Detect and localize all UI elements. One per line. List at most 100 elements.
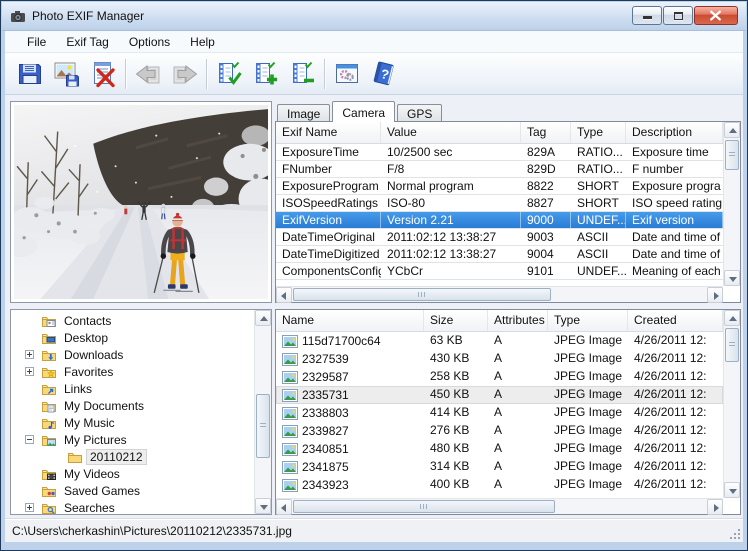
tree-item-my-videos[interactable]: My Videos [11, 465, 254, 482]
exif-vertical-scrollbar[interactable] [723, 122, 740, 286]
games-folder-icon [41, 483, 57, 499]
file-row[interactable]: 2341875 314 KB A JPEG Image 4/26/2011 12… [276, 458, 723, 476]
exif-row[interactable]: FNumber F/8 829D RATIO... F number [276, 161, 723, 178]
file-name: 2343923 [302, 477, 349, 494]
exif-remove-button[interactable] [284, 56, 321, 92]
previous-image-button[interactable] [129, 56, 166, 92]
exif-row-selected[interactable]: ExifVersion Version 2.21 9000 UNDEF... E… [276, 212, 723, 229]
scrollbar-thumb[interactable] [725, 140, 739, 170]
file-vertical-scrollbar[interactable] [723, 310, 740, 498]
file-row[interactable]: 2343923 400 KB A JPEG Image 4/26/2011 12… [276, 476, 723, 494]
scrollbar-thumb[interactable] [293, 500, 555, 513]
exif-description-cell: Meaning of each [626, 263, 723, 279]
exif-add-icon [252, 60, 280, 88]
exif-row[interactable]: ComponentsConfig... YCbCr 9101 UNDEF... … [276, 263, 723, 280]
expand-icon[interactable] [25, 367, 34, 376]
tree-item-contacts[interactable]: Contacts [11, 312, 254, 329]
minimize-button[interactable] [632, 6, 662, 25]
tree-item-desktop[interactable]: Desktop [11, 329, 254, 346]
file-row[interactable]: 2340851 480 KB A JPEG Image 4/26/2011 12… [276, 440, 723, 458]
scroll-up-icon[interactable] [724, 122, 740, 138]
exif-row[interactable]: ExposureProgram Normal program 8822 SHOR… [276, 178, 723, 195]
exif-col-value[interactable]: Value [381, 122, 521, 143]
file-size: 430 KB [424, 350, 488, 368]
expand-icon[interactable] [25, 350, 34, 359]
options-button[interactable] [328, 56, 365, 92]
tab-camera[interactable]: Camera [332, 101, 395, 122]
exif-row[interactable]: DateTimeOriginal 2011:02:12 13:38:27 900… [276, 229, 723, 246]
delete-exif-button[interactable] [85, 56, 122, 92]
file-row[interactable]: 2338803 414 KB A JPEG Image 4/26/2011 12… [276, 404, 723, 422]
scroll-down-icon[interactable] [724, 270, 740, 286]
file-attributes: A [488, 368, 548, 386]
file-col-created[interactable]: Created [628, 310, 723, 331]
tree-item-downloads[interactable]: Downloads [11, 346, 254, 363]
file-col-name[interactable]: Name [276, 310, 424, 331]
scrollbar-thumb[interactable] [725, 328, 739, 362]
exif-col-tag[interactable]: Tag [521, 122, 571, 143]
scroll-down-icon[interactable] [255, 498, 271, 514]
scroll-right-icon[interactable] [707, 499, 723, 515]
exif-tag-cell: 9101 [521, 263, 571, 279]
file-type: JPEG Image [548, 368, 628, 386]
help-button[interactable]: ? [365, 56, 402, 92]
save-image-button[interactable] [48, 56, 85, 92]
menu-options[interactable]: Options [119, 32, 180, 52]
exif-row[interactable]: ExposureTime 10/2500 sec 829A RATIO... E… [276, 144, 723, 161]
exif-check-button[interactable] [210, 56, 247, 92]
file-col-type[interactable]: Type [548, 310, 628, 331]
exif-row[interactable]: DateTimeDigitized 2011:02:12 13:38:27 90… [276, 246, 723, 263]
file-row[interactable]: 115d71700c64 63 KB A JPEG Image 4/26/201… [276, 332, 723, 350]
scroll-right-icon[interactable] [707, 287, 723, 303]
menu-exif-tag[interactable]: Exif Tag [56, 32, 118, 52]
folder-tree: Contacts Desktop Downloads [11, 310, 254, 514]
file-col-size[interactable]: Size [424, 310, 488, 331]
scroll-up-icon[interactable] [724, 310, 740, 326]
close-button[interactable] [694, 6, 738, 25]
scroll-up-icon[interactable] [255, 310, 271, 326]
tab-image[interactable]: Image [277, 104, 330, 122]
scrollbar-thumb[interactable] [256, 394, 270, 458]
scroll-down-icon[interactable] [724, 482, 740, 498]
exif-remove-icon [289, 60, 317, 88]
file-row-selected[interactable]: 2335731 450 KB A JPEG Image 4/26/2011 12… [276, 386, 723, 404]
file-row[interactable]: 2327539 430 KB A JPEG Image 4/26/2011 12… [276, 350, 723, 368]
tree-item-label: Saved Games [61, 484, 143, 498]
tab-gps[interactable]: GPS [397, 104, 442, 122]
tree-item-20110212[interactable]: 20110212 [11, 448, 254, 465]
scroll-left-icon[interactable] [276, 287, 292, 303]
file-size: 314 KB [424, 458, 488, 476]
exif-add-button[interactable] [247, 56, 284, 92]
tree-item-my-documents[interactable]: My Documents [11, 397, 254, 414]
file-row[interactable]: 2339827 276 KB A JPEG Image 4/26/2011 12… [276, 422, 723, 440]
tree-vertical-scrollbar[interactable] [254, 310, 271, 514]
menu-file[interactable]: File [17, 32, 56, 52]
expand-icon[interactable] [25, 503, 34, 512]
scroll-left-icon[interactable] [276, 499, 292, 515]
file-horizontal-scrollbar[interactable] [276, 498, 723, 514]
resize-grip-icon[interactable] [728, 527, 741, 540]
exif-col-type[interactable]: Type [571, 122, 626, 143]
file-row[interactable]: 2329587 258 KB A JPEG Image 4/26/2011 12… [276, 368, 723, 386]
file-col-attributes[interactable]: Attributes [488, 310, 548, 331]
tree-item-saved-games[interactable]: Saved Games [11, 482, 254, 499]
exif-value-cell: Normal program [381, 178, 521, 194]
collapse-icon[interactable] [25, 435, 34, 444]
tree-item-links[interactable]: Links [11, 380, 254, 397]
maximize-button[interactable] [663, 6, 693, 25]
file-type: JPEG Image [548, 332, 628, 350]
tree-item-my-music[interactable]: My Music [11, 414, 254, 431]
exif-horizontal-scrollbar[interactable] [276, 286, 723, 302]
tree-item-my-pictures[interactable]: My Pictures [11, 431, 254, 448]
titlebar[interactable]: Photo EXIF Manager [2, 2, 746, 31]
exif-col-name[interactable]: Exif Name [276, 122, 381, 143]
tree-item-searches[interactable]: Searches [11, 499, 254, 514]
exif-row[interactable]: ISOSpeedRatings ISO-80 8827 SHORT ISO sp… [276, 195, 723, 212]
save-button[interactable] [11, 56, 48, 92]
next-image-button[interactable] [166, 56, 203, 92]
exif-col-description[interactable]: Description [626, 122, 723, 143]
scrollbar-thumb[interactable] [293, 288, 551, 301]
menu-help[interactable]: Help [180, 32, 225, 52]
file-attributes: A [488, 332, 548, 350]
tree-item-favorites[interactable]: Favorites [11, 363, 254, 380]
